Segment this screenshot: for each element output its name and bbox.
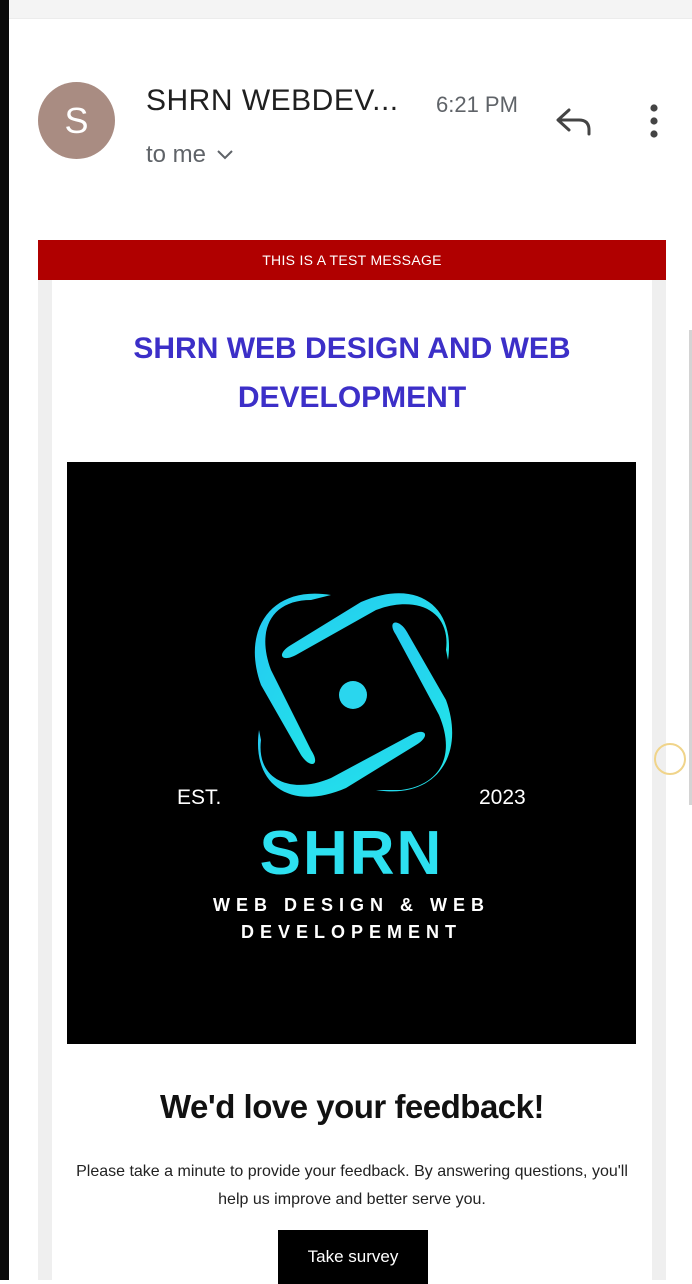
logo-est-label: EST. [177, 786, 222, 809]
logo-tagline: WEB DESIGN & WEB DEVELOPEMENT [67, 892, 636, 946]
touch-indicator [654, 743, 686, 775]
logo-year: 2023 [479, 786, 526, 809]
feedback-text: Please take a minute to provide your fee… [76, 1163, 628, 1208]
test-message-banner: THIS IS A TEST MESSAGE [38, 240, 666, 280]
more-vert-icon[interactable] [641, 100, 667, 142]
sender-avatar[interactable]: S [38, 82, 115, 159]
email-body-frame: SHRN WEB DESIGN AND WEB DEVELOPMENT EST.… [38, 280, 666, 1284]
sender-name[interactable]: SHRN WEBDEV... [146, 84, 399, 118]
recipient-toggle[interactable]: to me [146, 141, 234, 169]
status-strip [9, 0, 692, 19]
screen-left-edge [0, 0, 9, 1280]
feedback-heading: We'd love your feedback! [159, 1088, 545, 1125]
email-time: 6:21 PM [436, 92, 518, 117]
logo-tagline-line2: DEVELOPEMENT [240, 922, 463, 942]
orbit-logo-icon [254, 593, 453, 797]
reply-icon[interactable] [553, 104, 595, 140]
take-survey-button[interactable]: Take survey [278, 1230, 428, 1284]
logo-brand-name: SHRN [259, 819, 444, 888]
chevron-down-icon [217, 150, 233, 160]
email-content: SHRN WEB DESIGN AND WEB DEVELOPMENT EST.… [52, 280, 652, 1284]
email-headline: SHRN WEB DESIGN AND WEB DEVELOPMENT [133, 332, 571, 414]
logo-tagline-line1: WEB DESIGN & WEB [212, 895, 490, 915]
recipient-label: to me [146, 141, 207, 168]
brand-logo-image: EST. 2023 SHRN WEB DESIGN & WEB DEVELOPE… [67, 462, 636, 1044]
avatar-initial: S [64, 99, 89, 141]
